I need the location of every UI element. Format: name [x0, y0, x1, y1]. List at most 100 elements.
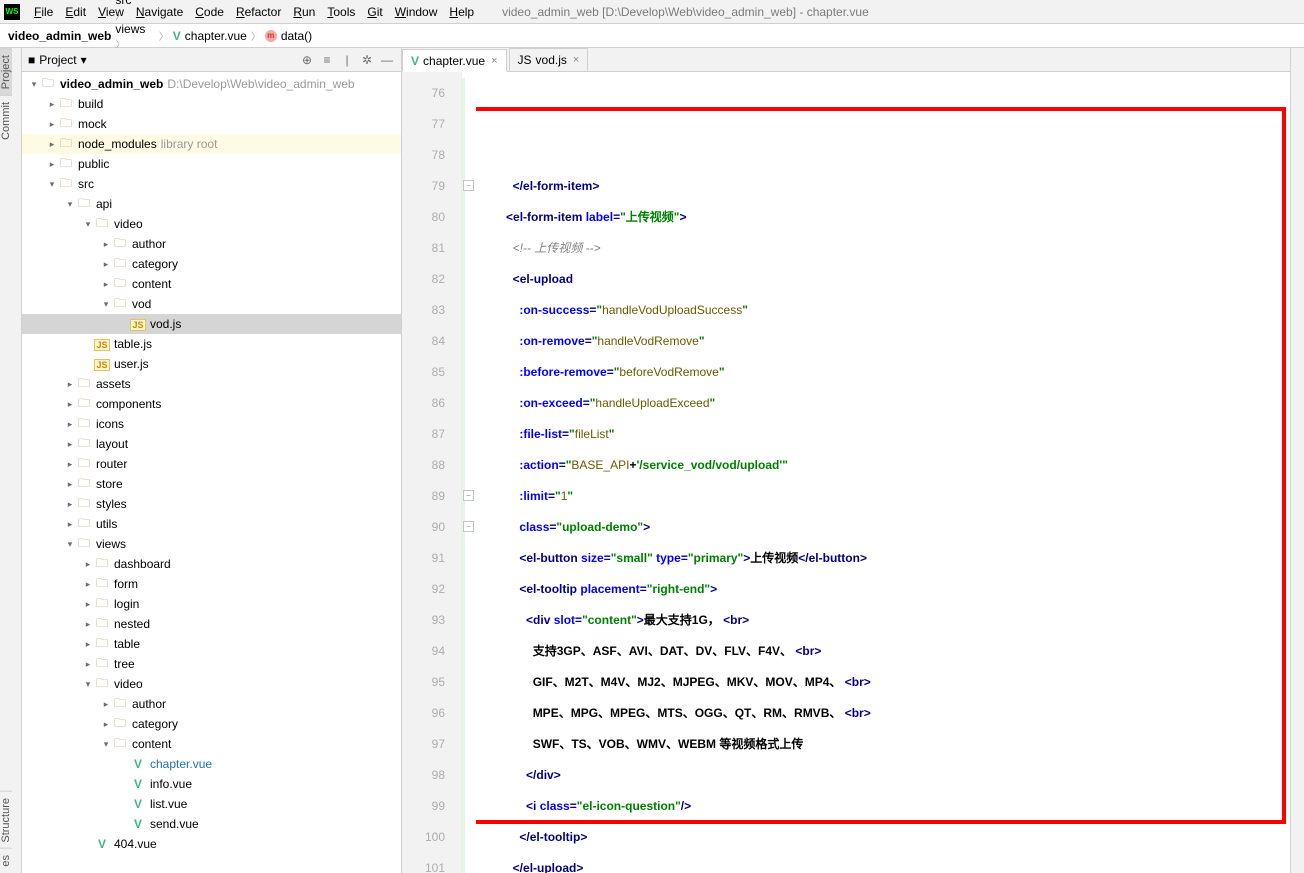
tree-arrow-icon[interactable]: ▸	[100, 259, 112, 270]
project-tree[interactable]: ▾🗀video_admin_webD:\Develop\Web\video_ad…	[22, 72, 401, 873]
code-line[interactable]: </div>	[486, 760, 1290, 791]
tree-node[interactable]: ▸🗀tree	[22, 654, 401, 674]
tree-arrow-icon[interactable]: ▸	[82, 639, 94, 650]
tree-node[interactable]: ▾🗀content	[22, 734, 401, 754]
menu-run[interactable]: Run	[287, 3, 321, 21]
breadcrumb-root[interactable]: video_admin_web	[8, 29, 111, 43]
tree-arrow-icon[interactable]: ▾	[100, 299, 112, 310]
tool-commit[interactable]: Commit	[0, 95, 12, 146]
code-line[interactable]: SWF、TS、VOB、WMV、WEBM 等视频格式上传	[486, 729, 1290, 760]
menu-edit[interactable]: Edit	[59, 3, 92, 21]
locate-icon[interactable]: ⊕	[299, 52, 315, 68]
code-content[interactable]: </el-form-item> <el-form-item label="上传视…	[476, 72, 1290, 873]
tree-node[interactable]: V404.vue	[22, 834, 401, 854]
tree-node[interactable]: ▾🗀src	[22, 174, 401, 194]
tree-arrow-icon[interactable]: ▾	[82, 679, 94, 690]
tree-arrow-icon[interactable]: ▸	[82, 599, 94, 610]
tree-arrow-icon[interactable]: ▸	[82, 659, 94, 670]
code-line[interactable]: </el-tooltip>	[486, 822, 1290, 853]
code-line[interactable]: <el-button size="small" type="primary">上…	[486, 543, 1290, 574]
tree-node[interactable]: Vsend.vue	[22, 814, 401, 834]
tree-arrow-icon[interactable]: ▾	[46, 179, 58, 190]
code-line[interactable]: :file-list="fileList"	[486, 419, 1290, 450]
tool-structure[interactable]: Structure	[0, 791, 12, 849]
tree-node[interactable]: ▾🗀api	[22, 194, 401, 214]
menu-code[interactable]: Code	[189, 3, 230, 21]
code-line[interactable]: <i class="el-icon-question"/>	[486, 791, 1290, 822]
tree-node[interactable]: ▸🗀form	[22, 574, 401, 594]
hide-icon[interactable]: —	[379, 52, 395, 68]
gear-icon[interactable]: ✲	[359, 52, 375, 68]
tree-node[interactable]: ▾🗀video	[22, 674, 401, 694]
tree-node[interactable]: ▸🗀category	[22, 714, 401, 734]
code-line[interactable]: GIF、M2T、M4V、MJ2、MJPEG、MKV、MOV、MP4、 <br>	[486, 667, 1290, 698]
code-line[interactable]: </el-upload>	[486, 853, 1290, 873]
tree-node[interactable]: ▸🗀icons	[22, 414, 401, 434]
tree-node[interactable]: ▸🗀layout	[22, 434, 401, 454]
tree-arrow-icon[interactable]: ▸	[64, 519, 76, 530]
tree-node[interactable]: ▸🗀store	[22, 474, 401, 494]
code-line[interactable]: :limit="1"	[486, 481, 1290, 512]
menu-refactor[interactable]: Refactor	[230, 3, 287, 21]
tree-arrow-icon[interactable]: ▸	[64, 479, 76, 490]
code-line[interactable]: :on-success="handleVodUploadSuccess"	[486, 295, 1290, 326]
tree-node[interactable]: ▸🗀public	[22, 154, 401, 174]
tree-arrow-icon[interactable]: ▸	[46, 119, 58, 130]
tree-arrow-icon[interactable]: ▾	[100, 739, 112, 750]
tree-node[interactable]: ▸🗀router	[22, 454, 401, 474]
tree-node[interactable]: JSuser.js	[22, 354, 401, 374]
tree-arrow-icon[interactable]: ▸	[64, 499, 76, 510]
fold-toggle-icon[interactable]: −	[463, 180, 474, 191]
code-line[interactable]: </el-form-item>	[486, 171, 1290, 202]
tree-node[interactable]: ▾🗀views	[22, 534, 401, 554]
breadcrumb-part[interactable]: views	[115, 22, 154, 36]
tree-node[interactable]: ▸🗀mock	[22, 114, 401, 134]
tree-node[interactable]: ▾🗀video_admin_webD:\Develop\Web\video_ad…	[22, 74, 401, 94]
breadcrumb-part[interactable]: src	[115, 0, 154, 7]
expand-all-icon[interactable]: ≡	[319, 52, 335, 68]
breadcrumb-method[interactable]: m data()	[265, 29, 312, 43]
close-icon[interactable]: ×	[573, 54, 579, 66]
tree-node[interactable]: ▸🗀author	[22, 694, 401, 714]
tree-node[interactable]: ▸🗀login	[22, 594, 401, 614]
tree-node[interactable]: ▸🗀content	[22, 274, 401, 294]
menu-help[interactable]: Help	[443, 3, 480, 21]
tree-arrow-icon[interactable]: ▸	[64, 439, 76, 450]
tree-node[interactable]: ▸🗀assets	[22, 374, 401, 394]
project-panel-title[interactable]: ■ Project ▾	[28, 53, 87, 67]
code-line[interactable]: :before-remove="beforeVodRemove"	[486, 357, 1290, 388]
menu-window[interactable]: Window	[389, 3, 444, 21]
code-area[interactable]: 7677787980818283848586878889909192939495…	[402, 72, 1290, 873]
code-line[interactable]: <el-tooltip placement="right-end">	[486, 574, 1290, 605]
code-line[interactable]: class="upload-demo">	[486, 512, 1290, 543]
tree-arrow-icon[interactable]: ▸	[100, 279, 112, 290]
tool-es[interactable]: es	[0, 848, 12, 873]
tree-arrow-icon[interactable]: ▸	[82, 559, 94, 570]
tree-node[interactable]: ▸🗀table	[22, 634, 401, 654]
menu-git[interactable]: Git	[361, 3, 388, 21]
code-line[interactable]: :action="BASE_API+'/service_vod/vod/uplo…	[486, 450, 1290, 481]
tool-project[interactable]: Project	[0, 48, 12, 95]
tree-node[interactable]: Vinfo.vue	[22, 774, 401, 794]
tree-node[interactable]: ▾🗀vod	[22, 294, 401, 314]
menu-tools[interactable]: Tools	[321, 3, 361, 21]
code-line[interactable]: :on-exceed="handleUploadExceed"	[486, 388, 1290, 419]
tree-node[interactable]: JStable.js	[22, 334, 401, 354]
fold-toggle-icon[interactable]: −	[463, 490, 474, 501]
tree-arrow-icon[interactable]: ▸	[64, 379, 76, 390]
tree-node[interactable]: ▸🗀category	[22, 254, 401, 274]
tree-node[interactable]: ▸🗀dashboard	[22, 554, 401, 574]
tree-node[interactable]: ▸🗀build	[22, 94, 401, 114]
tree-arrow-icon[interactable]: ▸	[64, 419, 76, 430]
tree-arrow-icon[interactable]: ▸	[46, 99, 58, 110]
tree-node[interactable]: ▸🗀utils	[22, 514, 401, 534]
code-line[interactable]: MPE、MPG、MPEG、MTS、OGG、QT、RM、RMVB、 <br>	[486, 698, 1290, 729]
tree-arrow-icon[interactable]: ▸	[100, 699, 112, 710]
tree-node[interactable]: Vchapter.vue	[22, 754, 401, 774]
breadcrumb-file[interactable]: V chapter.vue	[173, 29, 247, 43]
tree-arrow-icon[interactable]: ▾	[64, 539, 76, 550]
tree-node[interactable]: Vlist.vue	[22, 794, 401, 814]
code-line[interactable]: <el-form-item label="上传视频">	[486, 202, 1290, 233]
fold-toggle-icon[interactable]: −	[463, 521, 474, 532]
code-line[interactable]: <el-upload	[486, 264, 1290, 295]
